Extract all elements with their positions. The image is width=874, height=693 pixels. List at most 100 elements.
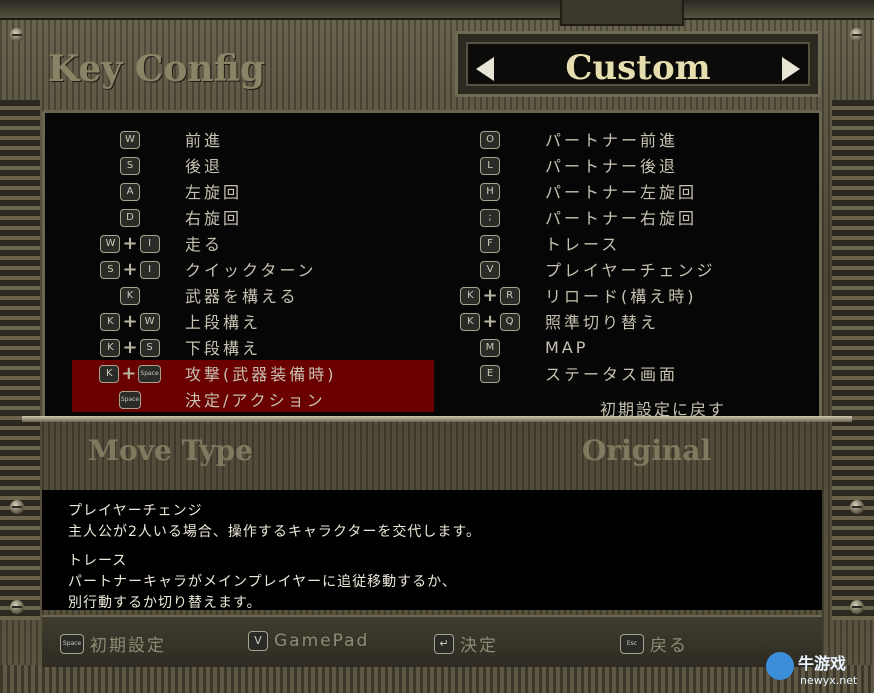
key-cap-icon: Space <box>118 391 142 409</box>
key-cap-icon: W <box>100 235 121 253</box>
watermark-url: newyx.net <box>800 674 858 687</box>
footer-label: GamePad <box>274 631 370 651</box>
bolt-icon <box>850 600 864 614</box>
action-label: リロード(構え時) <box>545 287 697 306</box>
frame-bottom-bar <box>0 665 874 693</box>
key-cap-icon: S <box>120 157 140 175</box>
key-cap-icon: K <box>100 339 121 357</box>
plus-icon: + <box>122 337 138 358</box>
action-label: 後退 <box>185 157 224 176</box>
key-combo: W <box>90 131 170 149</box>
description-line: プレイヤーチェンジ <box>68 503 203 519</box>
key-combo: H <box>450 183 530 201</box>
footer-label: 初期設定 <box>90 636 166 656</box>
description-line: パートナーキャラがメインプレイヤーに追従移動するか、 <box>68 574 457 590</box>
key-cap-icon: Q <box>499 313 520 331</box>
plus-icon: + <box>482 285 498 306</box>
action-label: 武器を構える <box>185 287 299 306</box>
footer-back-hint[interactable]: Esc 戻る <box>620 631 688 656</box>
bolt-icon <box>850 28 864 42</box>
preset-value: Custom <box>565 48 711 88</box>
frame-top-bar <box>0 0 874 20</box>
key-cap-icon: R <box>499 287 520 305</box>
footer-reset-hint[interactable]: Space 初期設定 <box>60 631 166 656</box>
preset-selector[interactable]: Custom <box>455 31 821 97</box>
action-label: 走る <box>185 235 224 254</box>
bolt-icon <box>10 28 24 42</box>
key-combo: M <box>450 339 530 357</box>
key-binding-row[interactable]: S 後退 <box>72 152 434 178</box>
key-bindings-panel: W 前進 S 後退 A 左旋回 D 右旋回 W + I 走る S + I クイックターン K 武器を構える K + W 上… <box>42 110 822 422</box>
key-cap-icon: E <box>480 365 500 383</box>
key-combo: L <box>450 157 530 175</box>
key-binding-row[interactable]: O パートナー前進 <box>445 126 795 152</box>
key-binding-row[interactable]: V プレイヤーチェンジ <box>445 256 795 282</box>
move-type-label: Move Type <box>88 434 253 467</box>
key-binding-row[interactable]: K + W 上段構え <box>72 308 434 334</box>
key-cap-icon: I <box>139 235 160 253</box>
key-combo: K + S <box>90 339 170 357</box>
key-cap-icon: K <box>460 287 481 305</box>
key-combo: V <box>450 261 530 279</box>
move-type-value[interactable]: Original <box>582 434 711 467</box>
action-label: 上段構え <box>185 313 262 332</box>
plus-icon: + <box>122 311 138 332</box>
key-binding-row[interactable]: K + Q 照準切り替え <box>445 308 795 334</box>
key-binding-row[interactable]: E ステータス画面 <box>445 360 795 386</box>
key-cap-icon: V <box>480 261 500 279</box>
key-combo: W + I <box>90 235 170 253</box>
frame-left-grille <box>0 100 40 620</box>
key-cap-icon: S <box>139 339 160 357</box>
key-binding-row[interactable]: D 右旋回 <box>72 204 434 230</box>
key-binding-row[interactable]: L パートナー後退 <box>445 152 795 178</box>
key-cap-icon: K <box>100 313 121 331</box>
description-line: 主人公が2人いる場合、操作するキャラクターを交代します。 <box>68 524 481 540</box>
key-binding-row[interactable]: S + I クイックターン <box>72 256 434 282</box>
key-binding-row[interactable]: A 左旋回 <box>72 178 434 204</box>
action-label: ステータス画面 <box>545 365 679 384</box>
key-binding-row[interactable]: ; パートナー右旋回 <box>445 204 795 230</box>
description-line: トレース <box>68 553 128 569</box>
key-cap-icon: F <box>480 235 500 253</box>
plus-icon: + <box>121 363 137 384</box>
description-line: 別行動するか切り替えます。 <box>68 595 262 611</box>
arrow-right-icon[interactable] <box>782 57 800 81</box>
key-combo: O <box>450 131 530 149</box>
action-label: 決定/アクション <box>185 391 326 410</box>
key-binding-row[interactable]: F トレース <box>445 230 795 256</box>
key-binding-row[interactable]: K + S 下段構え <box>72 334 434 360</box>
key-binding-row[interactable]: M MAP <box>445 334 795 360</box>
key-binding-row[interactable]: W 前進 <box>72 126 434 152</box>
bolt-icon <box>850 500 864 514</box>
key-binding-row[interactable]: K + R リロード(構え時) <box>445 282 795 308</box>
key-cap-icon: M <box>480 339 500 357</box>
enter-key-icon: ↵ <box>434 633 454 654</box>
key-cap-icon: K <box>460 313 481 331</box>
action-label: 左旋回 <box>185 183 243 202</box>
key-binding-row[interactable]: W + I 走る <box>72 230 434 256</box>
action-label: プレイヤーチェンジ <box>545 261 716 280</box>
key-binding-row[interactable]: K 武器を構える <box>72 282 434 308</box>
key-combo: ; <box>450 209 530 227</box>
footer-label: 決定 <box>460 636 498 656</box>
frame-top-plate <box>560 0 684 26</box>
action-label: パートナー後退 <box>545 157 679 176</box>
footer-label: 戻る <box>650 636 688 656</box>
action-label: クイックターン <box>185 261 317 280</box>
watermark-text: 牛游戏 <box>798 654 847 673</box>
cow-logo-icon <box>766 652 794 680</box>
key-binding-row[interactable]: K + Space 攻撃(武器装備時) <box>72 360 434 386</box>
page-title: Key Config <box>48 48 266 90</box>
footer-confirm-hint[interactable]: ↵ 決定 <box>434 631 498 656</box>
footer-gamepad-hint[interactable]: V GamePad <box>248 631 369 651</box>
description-box: プレイヤーチェンジ 主人公が2人いる場合、操作するキャラクターを交代します。 ト… <box>42 490 822 611</box>
key-cap-icon: W <box>120 131 140 149</box>
action-label: 照準切り替え <box>545 313 660 332</box>
key-combo: K + R <box>450 287 530 305</box>
key-binding-row[interactable]: Space 決定/アクション <box>72 386 434 412</box>
v-key-icon: V <box>248 631 268 651</box>
key-binding-row[interactable]: H パートナー左旋回 <box>445 178 795 204</box>
esc-key-icon: Esc <box>620 633 644 654</box>
key-cap-icon: ; <box>480 209 500 227</box>
key-cap-icon: K <box>99 365 120 383</box>
